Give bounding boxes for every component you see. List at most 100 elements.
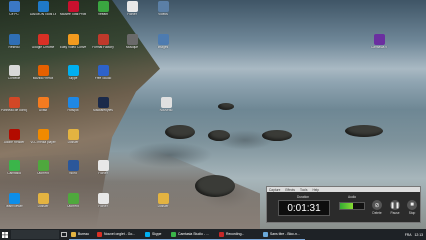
computer-icon <box>8 1 20 12</box>
desktop-icon-label: Nouveau <box>159 109 173 112</box>
camtasia-icon <box>171 231 176 237</box>
desktop-icon[interactable]: Images <box>150 34 176 58</box>
desktop-icon-label: Skype <box>68 77 78 80</box>
taskbar-search-box[interactable] <box>11 230 59 239</box>
desktop-icon[interactable]: Dossier <box>30 193 56 217</box>
document-icon <box>97 193 109 204</box>
desktop-icon-label: Musique <box>125 46 139 49</box>
taskbar-app[interactable]: Bureau <box>69 229 95 240</box>
input-language[interactable]: FRA <box>405 233 412 237</box>
duration-time: 0:01:31 <box>278 200 330 216</box>
wallpaper-rock <box>262 130 292 141</box>
recording-toolbar[interactable]: Capture Effects Tools Help Duration 0:01… <box>266 186 421 223</box>
menu-capture[interactable]: Capture <box>269 188 280 192</box>
duration-label: Duration <box>297 195 310 199</box>
document-icon <box>126 1 138 12</box>
delete-icon: ⊘ <box>372 200 382 210</box>
desktop-icon[interactable]: Avast <box>30 97 56 121</box>
pause-icon: ❚❚ <box>390 200 400 210</box>
desktop-icon-label: TeamViewer <box>5 205 23 208</box>
network-icon <box>8 34 20 45</box>
desktop-icon[interactable]: Format Factory <box>90 34 116 58</box>
menu-tools[interactable]: Tools <box>300 188 307 192</box>
desktop-icon[interactable]: Fichier <box>90 193 116 217</box>
desktop-icon-label: Google Chrome <box>31 46 55 49</box>
desktop-icon[interactable]: Hotspot <box>60 97 86 121</box>
desktop-icon[interactable]: Free Studio <box>90 65 116 89</box>
desktop-icon[interactable]: TeamViewer <box>1 193 27 217</box>
task-view-button[interactable] <box>59 229 69 240</box>
folder-icon <box>71 231 76 237</box>
wallpaper-rock <box>195 175 235 197</box>
menu-effects[interactable]: Effects <box>285 188 295 192</box>
vlc-icon <box>37 129 49 140</box>
folder-icon <box>67 129 79 140</box>
skype-icon <box>145 231 150 237</box>
stop-button[interactable]: ■ Stop <box>406 200 418 218</box>
desktop-icon[interactable]: Adobe Reader <box>1 129 27 153</box>
pause-button[interactable]: ❚❚ Pause <box>389 200 401 218</box>
mcafee-icon <box>67 1 79 12</box>
desktop-icon[interactable]: Corbeille <box>1 65 27 89</box>
desktop-icon[interactable]: Easy Video Converter <box>60 34 86 58</box>
desktop-icon[interactable]: Word <box>60 160 86 184</box>
desktop-icon[interactable]: McAfee Total Protection <box>60 1 86 25</box>
desktop-icon-label: Images <box>157 46 169 49</box>
camtasia-file-icon <box>373 34 385 45</box>
chrome-icon <box>97 231 102 237</box>
taskbar-app[interactable]: Camtasia Studio - ... <box>169 229 217 240</box>
desktop-icon[interactable]: Camtasia <box>1 160 27 184</box>
recycle-bin-icon <box>8 65 20 76</box>
desktop-icon[interactable]: Fichier <box>90 160 116 184</box>
taskbar-app[interactable]: Sans titre - Bloc-n... <box>261 229 305 240</box>
desktop-icon-label: Format Factory <box>92 46 114 49</box>
desktop-icon[interactable]: Fichier <box>119 1 145 25</box>
veeam-icon <box>97 1 109 12</box>
menu-help[interactable]: Help <box>312 188 319 192</box>
format-factory-icon <box>97 34 109 45</box>
wallpaper-rock <box>165 125 195 139</box>
wallpaper-rock <box>345 125 383 137</box>
desktop-icon[interactable]: VLC media player <box>30 129 56 153</box>
audio-level-meter[interactable] <box>339 202 365 210</box>
desktop-icon-label: Malwarebytes <box>93 109 113 112</box>
desktop-icon-label: Fichier <box>98 205 108 208</box>
desktop-icon[interactable]: Google Chrome <box>30 34 56 58</box>
desktop-icon[interactable]: Ce PC <box>1 1 27 25</box>
desktop-icon[interactable]: Skype <box>60 65 86 89</box>
desktop-icon[interactable]: Musique <box>119 34 145 58</box>
desktop-icon-label: Fichier <box>98 172 108 175</box>
taskbar-app[interactable]: Recording... <box>217 229 261 240</box>
desktop-icon[interactable]: Nouveau <box>153 97 179 121</box>
start-button[interactable] <box>0 229 10 240</box>
desktop-icon[interactable]: Panneau de configuration <box>1 97 27 121</box>
desktop-icon[interactable]: Réseau <box>1 34 27 58</box>
desktop-icon[interactable]: Dossier <box>60 129 86 153</box>
clock[interactable]: 12:13 <box>415 233 424 237</box>
desktop-icon[interactable]: Utorrent <box>60 193 86 217</box>
teamviewer-icon <box>8 193 20 204</box>
utorrent-icon <box>37 160 49 171</box>
desktop-icon[interactable]: Vidéos <box>150 1 176 25</box>
desktop-icon[interactable]: Utorrent <box>30 160 56 184</box>
desktop-icon-label: Dossier <box>37 205 49 208</box>
video-folder-icon <box>157 1 169 12</box>
utorrent-icon <box>67 193 79 204</box>
desktop-icon[interactable]: Camtasia 9 <box>366 34 392 58</box>
desktop-icon-label: Camtasia <box>7 172 21 175</box>
delete-button[interactable]: ⊘ Delete <box>371 200 383 218</box>
audio-label: Audio <box>348 195 357 199</box>
desktop-icon-label: Word <box>69 172 77 175</box>
desktop-icon[interactable]: Mozilla Firefox <box>30 65 56 89</box>
desktop-icon[interactable]: Malwarebytes <box>90 97 116 121</box>
taskbar-app-label: Skype <box>152 232 162 236</box>
desktop-icon[interactable]: Dossier <box>150 193 176 217</box>
taskbar-app[interactable]: Nouvel onglet - Go... <box>95 229 143 240</box>
desktop-icon[interactable]: Veeam <box>90 1 116 25</box>
desktop-icon-label: Panneau de configuration <box>1 109 27 112</box>
desktop-icon[interactable]: DAEMON Tools Lite <box>30 1 56 25</box>
taskbar-app[interactable]: Skype <box>143 229 169 240</box>
folder-icon <box>37 193 49 204</box>
system-tray: FRA 12:13 <box>405 233 426 237</box>
taskbar-app-label: Recording... <box>226 232 245 236</box>
